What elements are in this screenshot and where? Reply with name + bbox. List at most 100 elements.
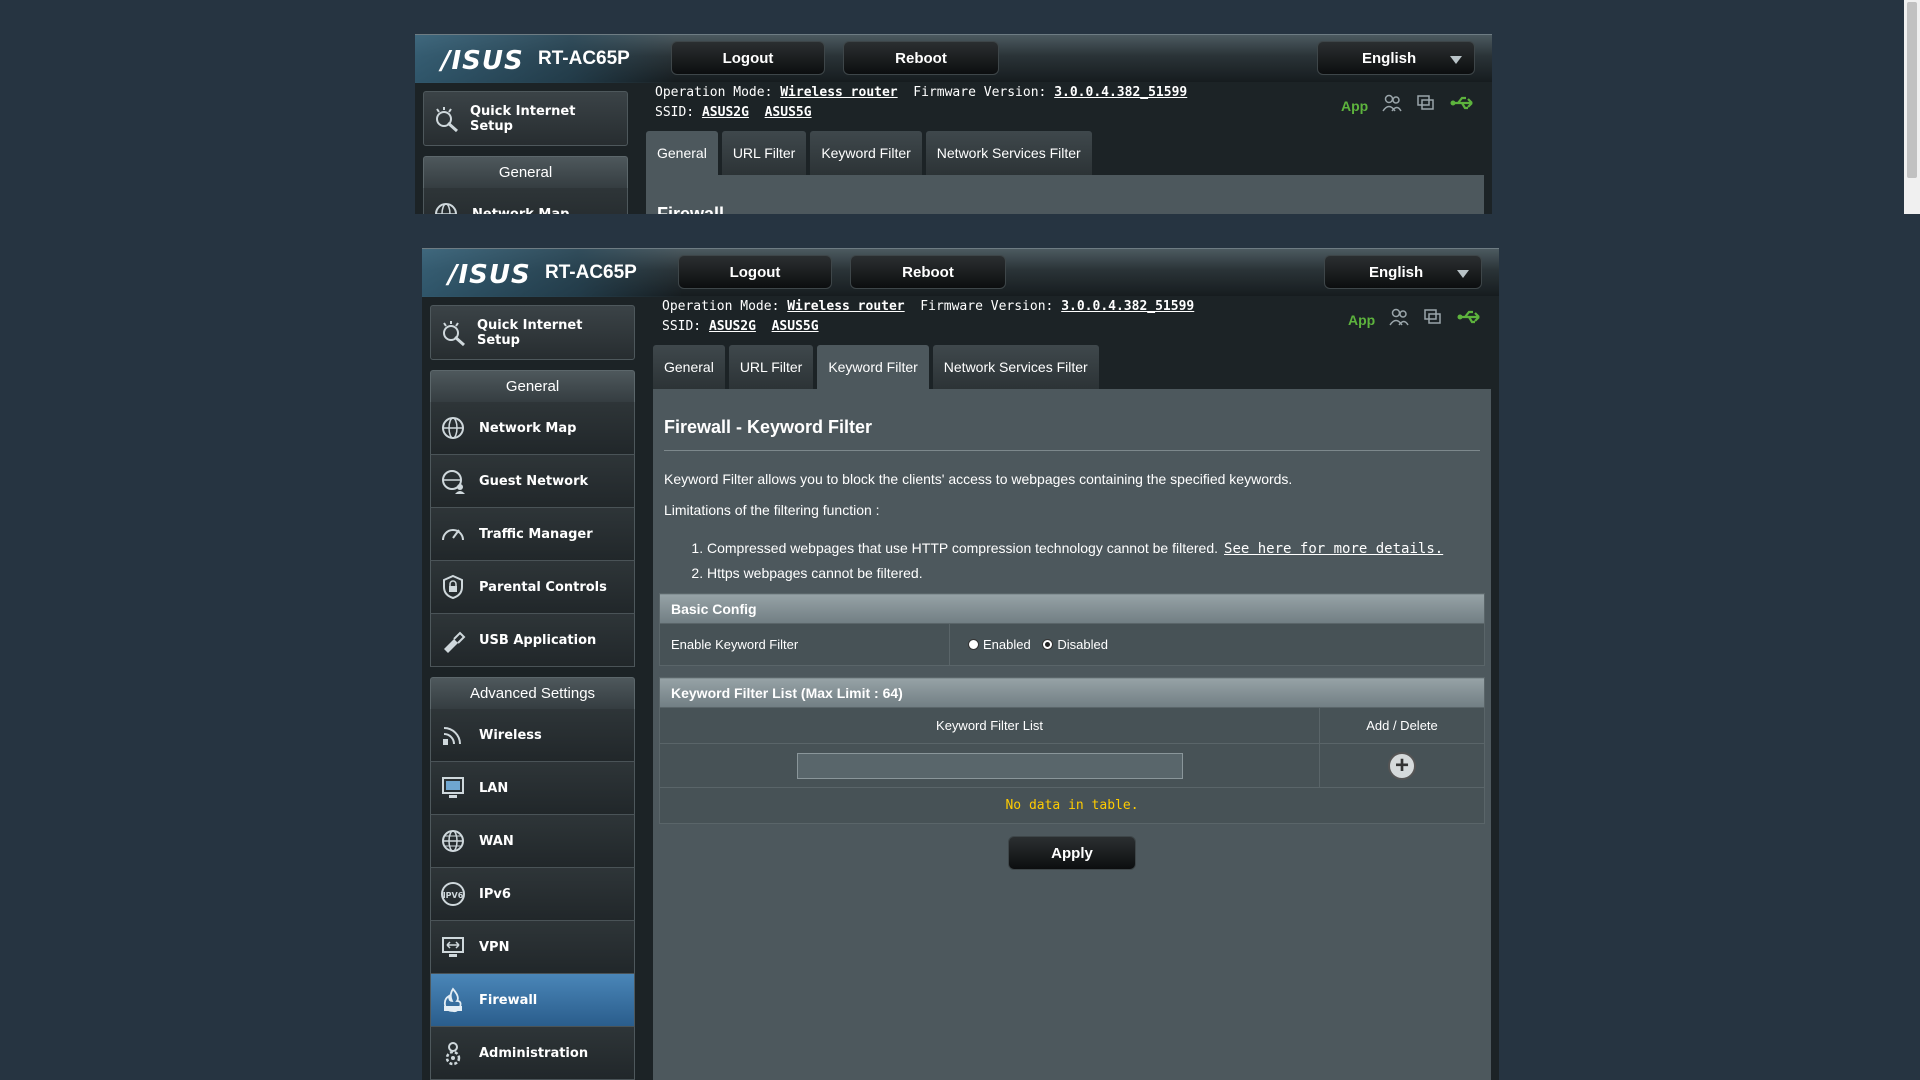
browser-scrollbar[interactable] <box>1904 0 1920 214</box>
tab-general[interactable]: General <box>653 345 725 389</box>
sidebar-item-network-map-cropped[interactable]: Network Map <box>423 188 628 214</box>
ssid-2g-link[interactable]: ASUS2G <box>709 319 756 334</box>
qis-label-2: Setup <box>477 332 520 348</box>
operation-mode-link[interactable]: Wireless router <box>787 299 904 314</box>
keyword-list-header: Keyword Filter List (Max Limit : 64) <box>659 677 1485 708</box>
scrollbar-thumb[interactable] <box>1907 2 1917 178</box>
tabs-top: General URL Filter Keyword Filter Networ… <box>646 131 1092 175</box>
tab-network-services-top[interactable]: Network Services Filter <box>925 131 1092 175</box>
clients-icon[interactable] <box>1389 308 1409 331</box>
tab-network-services-filter[interactable]: Network Services Filter <box>932 345 1099 389</box>
ssid-label: SSID: <box>655 105 695 120</box>
apply-button[interactable]: Apply <box>1008 836 1136 870</box>
sidebar-item-wireless[interactable]: Wireless <box>430 709 635 762</box>
list-item: Https webpages cannot be filtered. <box>707 561 1485 585</box>
quick-internet-setup[interactable]: Quick Internet Setup <box>430 305 635 360</box>
usb-stick-icon <box>439 626 467 654</box>
list-item: Compressed webpages that use HTTP compre… <box>707 536 1485 561</box>
sidebar-item-wan[interactable]: WAN <box>430 815 635 868</box>
sidebar-item-lan[interactable]: LAN <box>430 762 635 815</box>
app-link[interactable]: App <box>1348 312 1375 328</box>
sidebar-item-label: Guest Network <box>479 473 589 489</box>
sidebar-item-network-map[interactable]: Network Map <box>430 402 635 455</box>
tab-url-filter-top[interactable]: URL Filter <box>721 131 807 175</box>
guest-globe-icon <box>439 467 467 495</box>
enabled-label: Enabled <box>983 636 1031 652</box>
app-link[interactable]: App <box>1341 98 1368 114</box>
sidebar-item-traffic-manager[interactable]: Traffic Manager <box>430 508 635 561</box>
quick-internet-setup[interactable]: Quick Internet Setup <box>423 91 628 146</box>
tab-general-top[interactable]: General <box>646 131 718 175</box>
enable-keyword-filter-radios: Enabled Disabled <box>949 623 1485 666</box>
sidebar-item-label: Parental Controls <box>479 579 607 595</box>
language-value: English <box>1369 263 1424 281</box>
clients-icon[interactable] <box>1382 94 1402 117</box>
general-header: General <box>423 156 628 188</box>
admin-gear-icon <box>439 1039 467 1067</box>
language-select[interactable]: English <box>1324 255 1482 289</box>
keyword-input[interactable] <box>796 752 1183 779</box>
copy-icon[interactable] <box>1416 94 1436 117</box>
general-header: General <box>430 370 635 402</box>
router-frame-main: /ISUS RT-AC65P Logout Reboot English Qui… <box>422 248 1499 1080</box>
add-circle-icon[interactable]: + <box>1388 751 1416 780</box>
enabled-radio[interactable]: Enabled <box>968 637 1031 652</box>
firmware-link[interactable]: 3.0.0.4.382_51599 <box>1054 85 1187 100</box>
add-cell: + <box>1319 743 1485 788</box>
sidebar-item-guest-network[interactable]: Guest Network <box>430 455 635 508</box>
sidebar-item-vpn[interactable]: VPN <box>430 921 635 974</box>
content-title-top: Firewall <box>657 204 725 214</box>
reboot-button[interactable]: Reboot <box>850 255 1006 289</box>
language-select[interactable]: English <box>1317 41 1475 75</box>
status-icons-top: App <box>1341 94 1476 117</box>
operation-mode-label: Operation Mode: <box>662 299 780 314</box>
sidebar-top: Quick Internet Setup General Network Map <box>423 91 628 214</box>
logout-button[interactable]: Logout <box>678 255 832 289</box>
usb-icon[interactable] <box>1457 309 1483 330</box>
page-title: Firewall - Keyword Filter <box>664 417 1480 451</box>
wand-icon <box>432 105 460 133</box>
reboot-button[interactable]: Reboot <box>843 41 999 75</box>
language-value: English <box>1362 49 1417 67</box>
ssid-5g-link[interactable]: ASUS5G <box>765 105 812 120</box>
vpn-monitor-icon <box>439 933 467 961</box>
more-details-link[interactable]: See here for more details. <box>1224 541 1443 557</box>
sidebar-item-usb-application[interactable]: USB Application <box>430 614 635 667</box>
operation-mode-label: Operation Mode: <box>655 85 773 100</box>
tab-url-filter[interactable]: URL Filter <box>728 345 814 389</box>
qis-label-1: Quick Internet <box>477 317 583 333</box>
globe-icon <box>432 200 460 214</box>
usb-icon[interactable] <box>1450 95 1476 116</box>
content-top <box>646 175 1484 214</box>
col-add-delete: Add / Delete <box>1319 707 1485 744</box>
limit-1-text: Compressed webpages that use HTTP compre… <box>707 540 1219 556</box>
basic-config-table: Basic Config Enable Keyword Filter Enabl… <box>659 593 1485 666</box>
copy-icon[interactable] <box>1423 308 1443 331</box>
wifi-icon <box>439 721 467 749</box>
tab-keyword-filter[interactable]: Keyword Filter <box>817 345 929 389</box>
tabs: General URL Filter Keyword Filter Networ… <box>653 345 1099 389</box>
sidebar-item-label: Administration <box>479 1045 589 1061</box>
tab-keyword-filter-top[interactable]: Keyword Filter <box>810 131 922 175</box>
flame-icon <box>439 986 467 1014</box>
sidebar-item-ipv6[interactable]: IPV6 IPv6 <box>430 868 635 921</box>
keyword-filter-list-table: Keyword Filter List (Max Limit : 64) Key… <box>659 677 1485 824</box>
disabled-label: Disabled <box>1057 636 1108 652</box>
col-keyword-list: Keyword Filter List <box>659 707 1320 744</box>
keyword-input-cell <box>659 743 1320 788</box>
firmware-link[interactable]: 3.0.0.4.382_51599 <box>1061 299 1194 314</box>
sidebar-item-administration[interactable]: Administration <box>430 1027 635 1080</box>
qis-label-1: Quick Internet <box>470 103 576 119</box>
sidebar-item-firewall[interactable]: Firewall <box>430 974 635 1027</box>
sidebar-item-parental-controls[interactable]: Parental Controls <box>430 561 635 614</box>
ssid-2g-link[interactable]: ASUS2G <box>702 105 749 120</box>
content-panel: Firewall - Keyword Filter Keyword Filter… <box>653 389 1491 1080</box>
disabled-radio[interactable]: Disabled <box>1042 637 1108 652</box>
ssid-5g-link[interactable]: ASUS5G <box>772 319 819 334</box>
logout-button[interactable]: Logout <box>671 41 825 75</box>
sidebar-item-label: IPv6 <box>479 886 511 902</box>
router-frame-top: /ISUS RT-AC65P Logout Reboot English Qui… <box>415 34 1492 214</box>
chevron-down-icon <box>1457 270 1469 278</box>
operation-mode-link[interactable]: Wireless router <box>780 85 897 100</box>
operation-info-top: Operation Mode: Wireless router Firmware… <box>655 83 1187 123</box>
